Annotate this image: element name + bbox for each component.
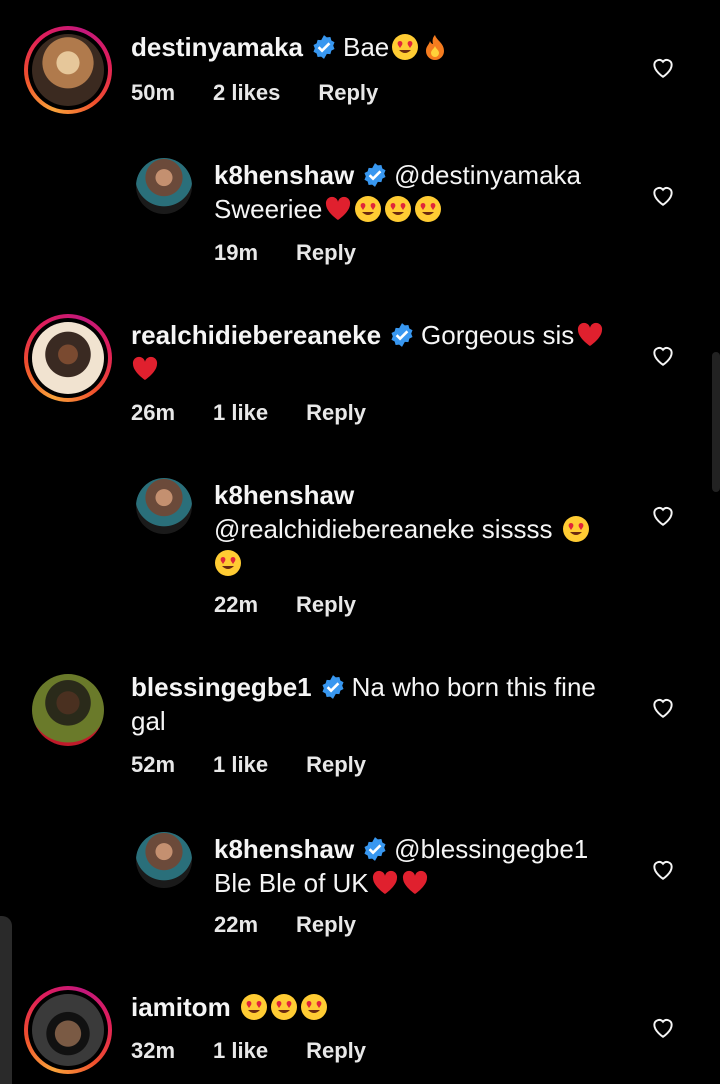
avatar[interactable] xyxy=(32,674,104,746)
comment-time: 50m xyxy=(131,80,176,105)
comment-time: 32m xyxy=(131,1038,176,1063)
avatar[interactable] xyxy=(32,322,104,394)
like-heart-icon[interactable] xyxy=(650,694,676,720)
username[interactable]: k8henshaw xyxy=(214,834,354,864)
reply-button[interactable]: Reply xyxy=(306,1038,366,1063)
username[interactable]: blessingegbe1 xyxy=(131,672,312,702)
avatar[interactable] xyxy=(32,994,104,1066)
verified-badge-icon xyxy=(313,35,335,59)
comment-text[interactable]: @destinyamaka xyxy=(394,160,581,190)
heart-eyes-emoji-icon xyxy=(215,550,241,576)
username[interactable]: realchidiebereaneke xyxy=(131,320,381,350)
like-heart-icon[interactable] xyxy=(650,54,676,80)
heart-eyes-emoji-icon xyxy=(240,994,267,1020)
reply-button[interactable]: Reply xyxy=(306,400,366,425)
heart-eyes-emoji-icon xyxy=(562,516,589,542)
comment-text: Bae xyxy=(342,32,390,62)
like-heart-icon[interactable] xyxy=(650,342,676,368)
likes-count[interactable]: 2 likes xyxy=(213,80,280,105)
heart-eyes-emoji-icon xyxy=(270,994,297,1020)
username[interactable]: k8henshaw xyxy=(214,480,354,510)
comment-text-line2: Ble Ble of UK xyxy=(214,868,369,898)
verified-badge-icon xyxy=(364,163,386,187)
comment-time: 22m xyxy=(214,592,259,617)
red-heart-emoji-icon xyxy=(326,196,351,220)
reply-button[interactable]: Reply xyxy=(296,240,356,265)
red-heart-emoji-icon xyxy=(132,356,158,380)
comment-time: 19m xyxy=(214,240,259,265)
red-heart-emoji-icon xyxy=(372,870,397,894)
username[interactable]: destinyamaka xyxy=(131,32,303,62)
reply-button[interactable]: Reply xyxy=(318,80,378,105)
red-heart-emoji-icon xyxy=(578,322,603,346)
comment-time: 52m xyxy=(131,752,176,777)
likes-count[interactable]: 1 like xyxy=(213,752,268,777)
red-heart-emoji-icon xyxy=(402,870,427,894)
comment-text: @realchidiebereaneke sissss xyxy=(214,514,553,544)
comment-time: 26m xyxy=(131,400,176,425)
heart-eyes-emoji-icon xyxy=(300,994,327,1020)
verified-badge-icon xyxy=(322,675,344,699)
edge-panel-handle[interactable] xyxy=(0,916,12,1084)
comment-text-line2: Sweeriee xyxy=(214,194,323,224)
avatar[interactable] xyxy=(136,478,192,534)
avatar[interactable] xyxy=(136,158,192,214)
reply-button[interactable]: Reply xyxy=(306,752,366,777)
username[interactable]: iamitom xyxy=(131,992,231,1022)
story-ring[interactable] xyxy=(24,314,112,402)
likes-count[interactable]: 1 like xyxy=(213,1038,268,1063)
verified-badge-icon xyxy=(364,837,386,861)
reply-button[interactable]: Reply xyxy=(296,912,356,937)
comment-text: Na who born this fine xyxy=(351,672,596,702)
reply-button[interactable]: Reply xyxy=(296,592,356,617)
heart-eyes-emoji-icon xyxy=(385,196,412,222)
comment-text: Gorgeous sis xyxy=(421,320,575,350)
like-heart-icon[interactable] xyxy=(650,856,676,882)
fire-emoji-icon xyxy=(426,35,445,60)
verified-badge-icon xyxy=(391,323,413,347)
comment-text[interactable]: @blessingegbe1 xyxy=(394,834,588,864)
like-heart-icon[interactable] xyxy=(650,502,676,528)
heart-eyes-emoji-icon xyxy=(355,196,382,222)
scrollbar-thumb[interactable] xyxy=(712,352,720,492)
story-ring[interactable] xyxy=(24,986,112,1074)
comment-time: 22m xyxy=(214,912,259,937)
heart-eyes-emoji-icon xyxy=(392,34,419,60)
comment-text-line2: gal xyxy=(131,706,166,736)
like-heart-icon[interactable] xyxy=(650,1014,676,1040)
username[interactable]: k8henshaw xyxy=(214,160,354,190)
avatar[interactable] xyxy=(32,34,104,106)
heart-eyes-emoji-icon xyxy=(415,196,442,222)
like-heart-icon[interactable] xyxy=(650,182,676,208)
story-ring[interactable] xyxy=(24,26,112,114)
avatar[interactable] xyxy=(136,832,192,888)
likes-count[interactable]: 1 like xyxy=(213,400,268,425)
